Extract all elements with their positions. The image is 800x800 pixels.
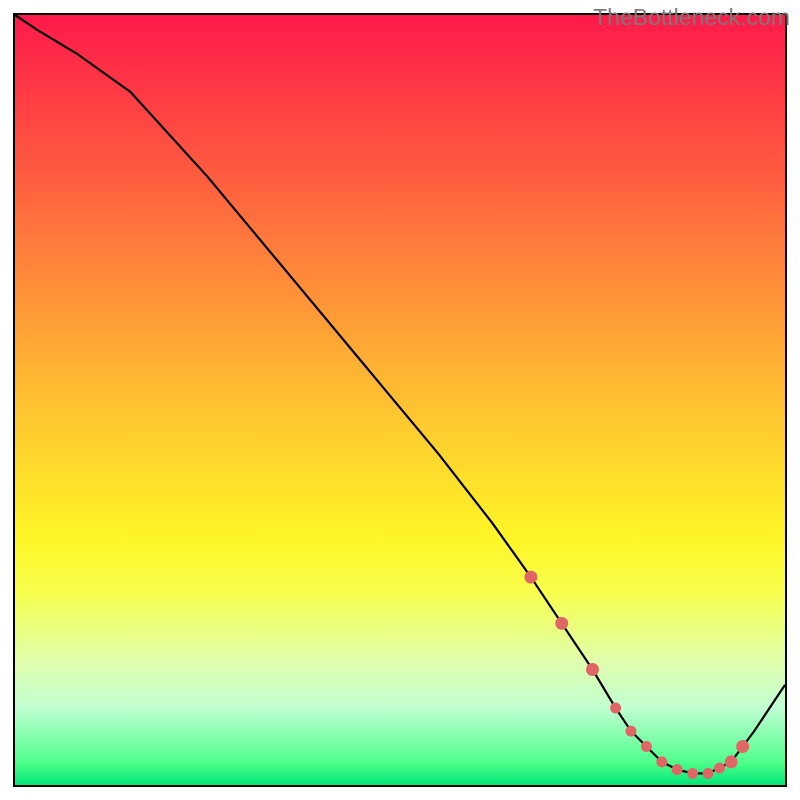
marker-dot <box>714 763 725 774</box>
marker-dot <box>524 571 537 584</box>
bottleneck-curve <box>15 15 785 773</box>
curve-markers <box>524 571 749 779</box>
marker-dot <box>641 741 652 752</box>
marker-dot <box>687 768 698 779</box>
marker-dot <box>703 768 714 779</box>
marker-dot <box>656 756 667 767</box>
marker-dot <box>672 764 683 775</box>
marker-dot <box>725 755 738 768</box>
watermark-text: TheBottleneck.com <box>593 4 790 31</box>
marker-dot <box>736 740 749 753</box>
marker-dot <box>586 663 599 676</box>
marker-dot <box>555 617 568 630</box>
marker-dot <box>626 726 637 737</box>
marker-dot <box>610 703 621 714</box>
curve-svg <box>15 15 785 785</box>
plot-area <box>13 13 787 787</box>
